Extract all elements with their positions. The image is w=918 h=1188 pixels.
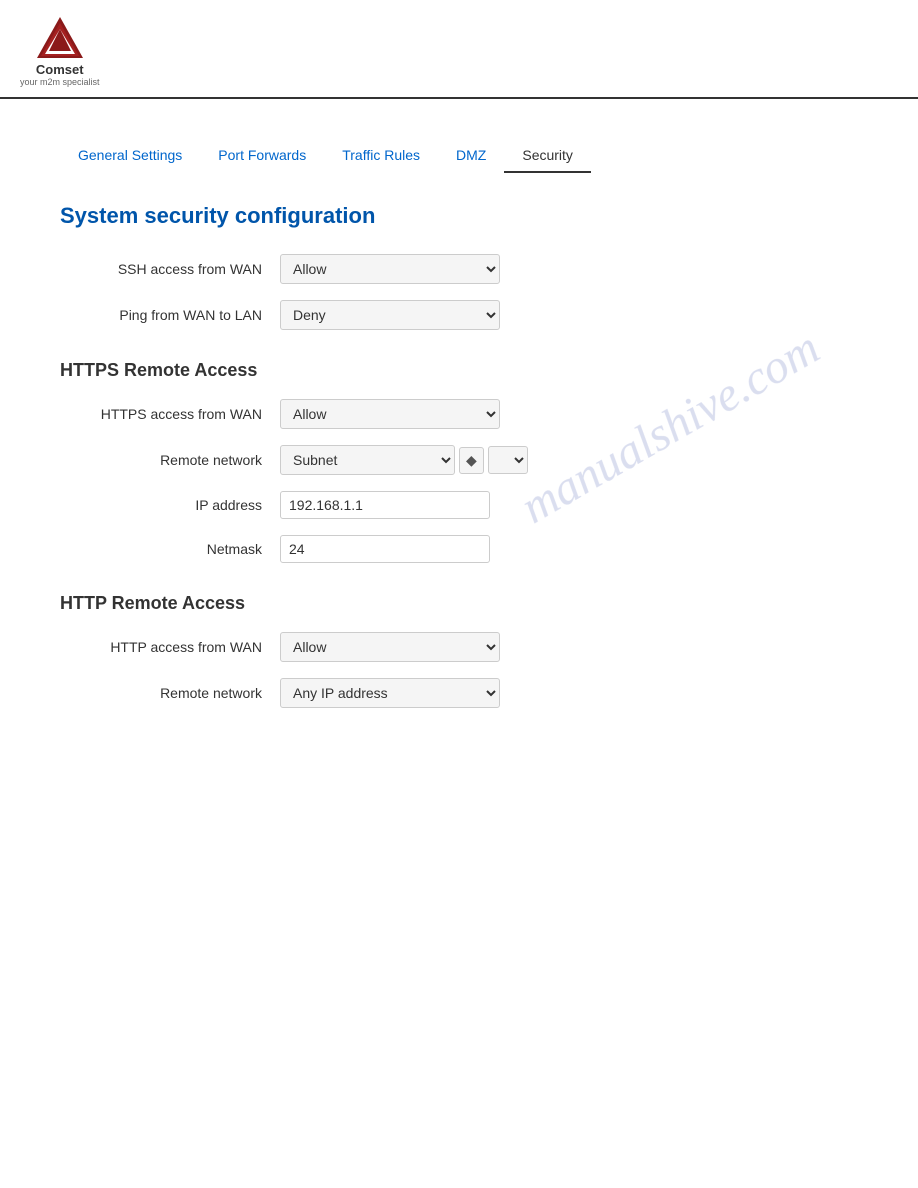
ssh-access-row: SSH access from WAN Allow Deny	[60, 254, 840, 284]
ssh-access-label: SSH access from WAN	[60, 261, 280, 277]
https-remote-network-wrapper: Subnet Any IP address ◆	[280, 445, 528, 475]
ssh-access-select[interactable]: Allow Deny	[280, 254, 500, 284]
https-ip-address-label: IP address	[60, 497, 280, 513]
tab-dmz[interactable]: DMZ	[438, 139, 504, 173]
https-section: HTTPS Remote Access HTTPS access from WA…	[60, 360, 840, 563]
https-subnet-arrow-select[interactable]	[488, 446, 528, 474]
https-netmask-label: Netmask	[60, 541, 280, 557]
ping-wan-lan-select[interactable]: Allow Deny	[280, 300, 500, 330]
http-access-wrapper: Allow Deny	[280, 632, 500, 662]
logo-text: Comset	[36, 62, 84, 77]
subnet-icon[interactable]: ◆	[459, 447, 484, 474]
main-content: General Settings Port Forwards Traffic R…	[0, 99, 900, 744]
http-section: HTTP Remote Access HTTP access from WAN …	[60, 593, 840, 708]
http-remote-network-row: Remote network Any IP address Subnet	[60, 678, 840, 708]
https-remote-network-row: Remote network Subnet Any IP address ◆	[60, 445, 840, 475]
ping-wan-lan-label: Ping from WAN to LAN	[60, 307, 280, 323]
logo-subtext: your m2m specialist	[20, 77, 100, 87]
page-title: System security configuration	[60, 203, 840, 229]
https-access-select[interactable]: Allow Deny	[280, 399, 500, 429]
https-netmask-row: Netmask	[60, 535, 840, 563]
https-remote-network-select[interactable]: Subnet Any IP address	[280, 445, 455, 475]
http-remote-network-label: Remote network	[60, 685, 280, 701]
https-section-title: HTTPS Remote Access	[60, 360, 840, 381]
https-access-wrapper: Allow Deny	[280, 399, 500, 429]
https-ip-address-row: IP address	[60, 491, 840, 519]
http-access-row: HTTP access from WAN Allow Deny	[60, 632, 840, 662]
tab-security[interactable]: Security	[504, 139, 591, 173]
https-access-row: HTTPS access from WAN Allow Deny	[60, 399, 840, 429]
ping-wan-lan-row: Ping from WAN to LAN Allow Deny	[60, 300, 840, 330]
tab-port-forwards[interactable]: Port Forwards	[200, 139, 324, 173]
tabs: General Settings Port Forwards Traffic R…	[60, 139, 840, 173]
logo-icon	[35, 15, 85, 60]
system-security-section: SSH access from WAN Allow Deny Ping from…	[60, 254, 840, 330]
http-access-label: HTTP access from WAN	[60, 639, 280, 655]
https-remote-network-label: Remote network	[60, 452, 280, 468]
http-access-select[interactable]: Allow Deny	[280, 632, 500, 662]
tab-general-settings[interactable]: General Settings	[60, 139, 200, 173]
https-ip-address-input[interactable]	[280, 491, 490, 519]
ssh-access-wrapper: Allow Deny	[280, 254, 500, 284]
header: Comset your m2m specialist	[0, 0, 918, 99]
http-remote-network-select[interactable]: Any IP address Subnet	[280, 678, 500, 708]
tab-traffic-rules[interactable]: Traffic Rules	[324, 139, 438, 173]
http-remote-network-wrapper: Any IP address Subnet	[280, 678, 500, 708]
https-netmask-input[interactable]	[280, 535, 490, 563]
https-access-label: HTTPS access from WAN	[60, 406, 280, 422]
logo: Comset your m2m specialist	[20, 15, 100, 87]
https-ip-address-wrapper	[280, 491, 500, 519]
ping-wan-lan-wrapper: Allow Deny	[280, 300, 500, 330]
http-section-title: HTTP Remote Access	[60, 593, 840, 614]
https-netmask-wrapper	[280, 535, 500, 563]
